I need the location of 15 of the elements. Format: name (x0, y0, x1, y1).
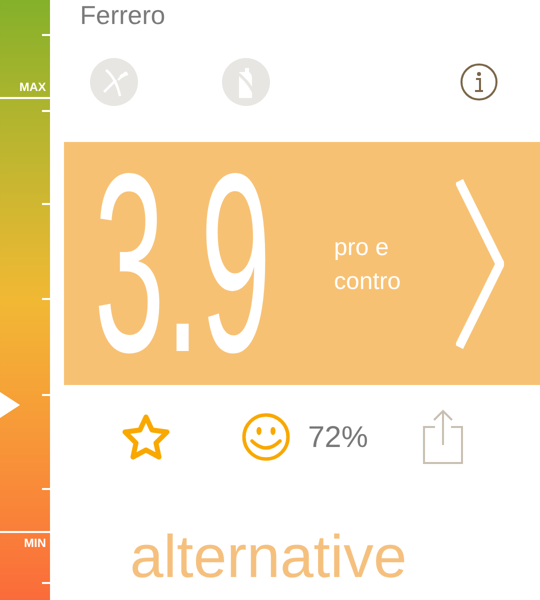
chevron-right-icon[interactable] (456, 178, 504, 348)
lactose-free-icon (222, 58, 270, 106)
score-card[interactable]: 3.9 pro e contro (64, 142, 540, 385)
smiley-icon (242, 413, 290, 461)
brand-name: Ferrero (80, 0, 166, 30)
share-icon[interactable] (422, 409, 464, 465)
star-icon[interactable] (122, 414, 170, 460)
max-label: MAX (19, 81, 46, 93)
info-icon[interactable] (460, 63, 498, 101)
pros-cons-link[interactable]: pro e contro (334, 230, 444, 298)
approval-percentage: 72% (308, 420, 368, 456)
section-title: alternative (130, 527, 408, 587)
min-label: MIN (24, 537, 46, 549)
gluten-free-icon (90, 58, 138, 106)
score-value: 3.9 (94, 142, 272, 385)
